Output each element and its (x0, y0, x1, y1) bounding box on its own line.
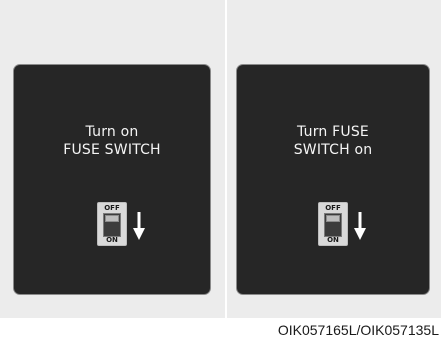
switch-slot (324, 213, 342, 237)
fuse-switch-icon: OFF ON (97, 202, 127, 246)
display-panel-left: Turn on FUSE SWITCH OFF ON (13, 64, 211, 295)
panel-message: Turn on FUSE SWITCH (14, 123, 210, 159)
message-line-2: FUSE SWITCH (63, 142, 161, 158)
switch-slot (103, 213, 121, 237)
switch-off-label: OFF (104, 204, 120, 212)
arrow-down-icon (133, 212, 145, 240)
switch-lever (105, 215, 119, 222)
switch-on-label: ON (327, 236, 339, 244)
figure-caption: OIK057165L/OIK057135L (277, 322, 439, 338)
figure-divider (225, 0, 227, 318)
fuse-switch-icon: OFF ON (318, 202, 348, 246)
switch-off-label: OFF (325, 204, 341, 212)
switch-on-label: ON (106, 236, 118, 244)
message-line-1: Turn FUSE (297, 124, 369, 140)
arrow-down-icon (354, 212, 366, 240)
panel-message: Turn FUSE SWITCH on (237, 123, 429, 159)
switch-lever (326, 215, 340, 222)
message-line-2: SWITCH on (293, 142, 373, 158)
message-line-1: Turn on (85, 124, 139, 140)
display-panel-right: Turn FUSE SWITCH on OFF ON (236, 64, 430, 295)
